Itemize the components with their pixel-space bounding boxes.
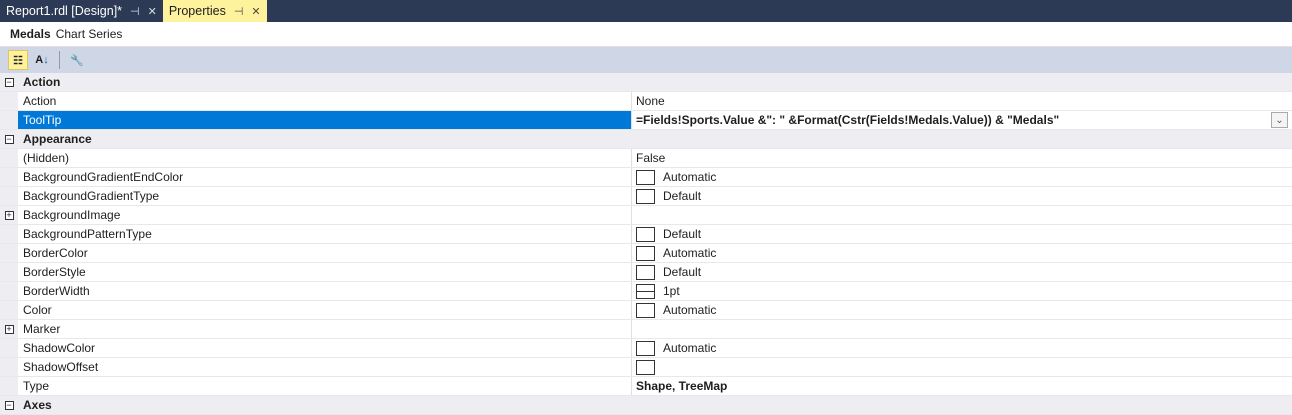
object-name: Medals xyxy=(10,27,51,41)
swatch-icon xyxy=(636,226,655,242)
properties-toolbar: ☷ A ↓ 🔧 xyxy=(0,47,1292,73)
color-swatch xyxy=(636,302,655,318)
property-row[interactable]: BackgroundGradientEndColor Automatic xyxy=(0,168,1292,187)
tab-report-design[interactable]: Report1.rdl [Design]* ⊣ ✕ xyxy=(0,0,163,22)
tooltip-value-input[interactable]: =Fields!Sports.Value &": " &Format(Cstr(… xyxy=(636,113,1059,127)
color-swatch xyxy=(636,340,655,356)
collapse-icon[interactable]: − xyxy=(4,134,14,144)
categorized-icon[interactable]: ☷ xyxy=(8,50,28,70)
property-row[interactable]: ShadowOffset xyxy=(0,358,1292,377)
collapse-icon[interactable]: − xyxy=(4,400,14,410)
property-row[interactable]: Color Automatic xyxy=(0,301,1292,320)
color-swatch xyxy=(636,245,655,261)
property-grid: − Action Action None ToolTip =Fields!Sports… xyxy=(0,73,1292,415)
object-selector[interactable]: Medals Chart Series xyxy=(0,22,1292,47)
swatch-icon xyxy=(636,359,655,375)
sort-az-icon[interactable]: A ↓ xyxy=(32,50,52,70)
category-appearance[interactable]: − Appearance xyxy=(0,130,1292,149)
property-row[interactable]: + Marker xyxy=(0,320,1292,339)
property-row[interactable]: ShadowColor Automatic xyxy=(0,339,1292,358)
pin-icon[interactable]: ⊣ xyxy=(234,5,244,18)
property-row[interactable]: BorderColor Automatic xyxy=(0,244,1292,263)
expand-icon[interactable]: + xyxy=(4,324,14,334)
pin-icon[interactable]: ⊣ xyxy=(130,5,140,18)
property-row[interactable]: BackgroundGradientType Default xyxy=(0,187,1292,206)
border-width-icon xyxy=(636,283,655,299)
wrench-icon[interactable]: 🔧 xyxy=(67,50,87,70)
chevron-down-icon[interactable]: ⌄ xyxy=(1271,112,1288,128)
property-row[interactable]: BorderWidth 1pt xyxy=(0,282,1292,301)
category-action[interactable]: − Action xyxy=(0,73,1292,92)
document-tabs: Report1.rdl [Design]* ⊣ ✕ Properties ⊣ ✕ xyxy=(0,0,1292,22)
property-row[interactable]: Type Shape, TreeMap xyxy=(0,377,1292,396)
collapse-icon[interactable]: − xyxy=(4,77,14,87)
swatch-icon xyxy=(636,264,655,280)
color-swatch xyxy=(636,169,655,185)
property-row-tooltip[interactable]: ToolTip =Fields!Sports.Value &": " &Forma… xyxy=(0,111,1292,130)
property-row[interactable]: (Hidden) False xyxy=(0,149,1292,168)
expand-icon[interactable]: + xyxy=(4,210,14,220)
property-row[interactable]: BackgroundPatternType Default xyxy=(0,225,1292,244)
close-icon[interactable]: ✕ xyxy=(251,5,260,18)
swatch-icon xyxy=(636,188,655,204)
category-axes[interactable]: − Axes xyxy=(0,396,1292,415)
tab-properties[interactable]: Properties ⊣ ✕ xyxy=(162,0,267,22)
object-type: Chart Series xyxy=(55,27,123,41)
property-row[interactable]: BorderStyle Default xyxy=(0,263,1292,282)
toolbar-separator xyxy=(59,51,60,69)
close-icon[interactable]: ✕ xyxy=(148,5,157,18)
property-row[interactable]: Action None xyxy=(0,92,1292,111)
property-row[interactable]: + BackgroundImage xyxy=(0,206,1292,225)
